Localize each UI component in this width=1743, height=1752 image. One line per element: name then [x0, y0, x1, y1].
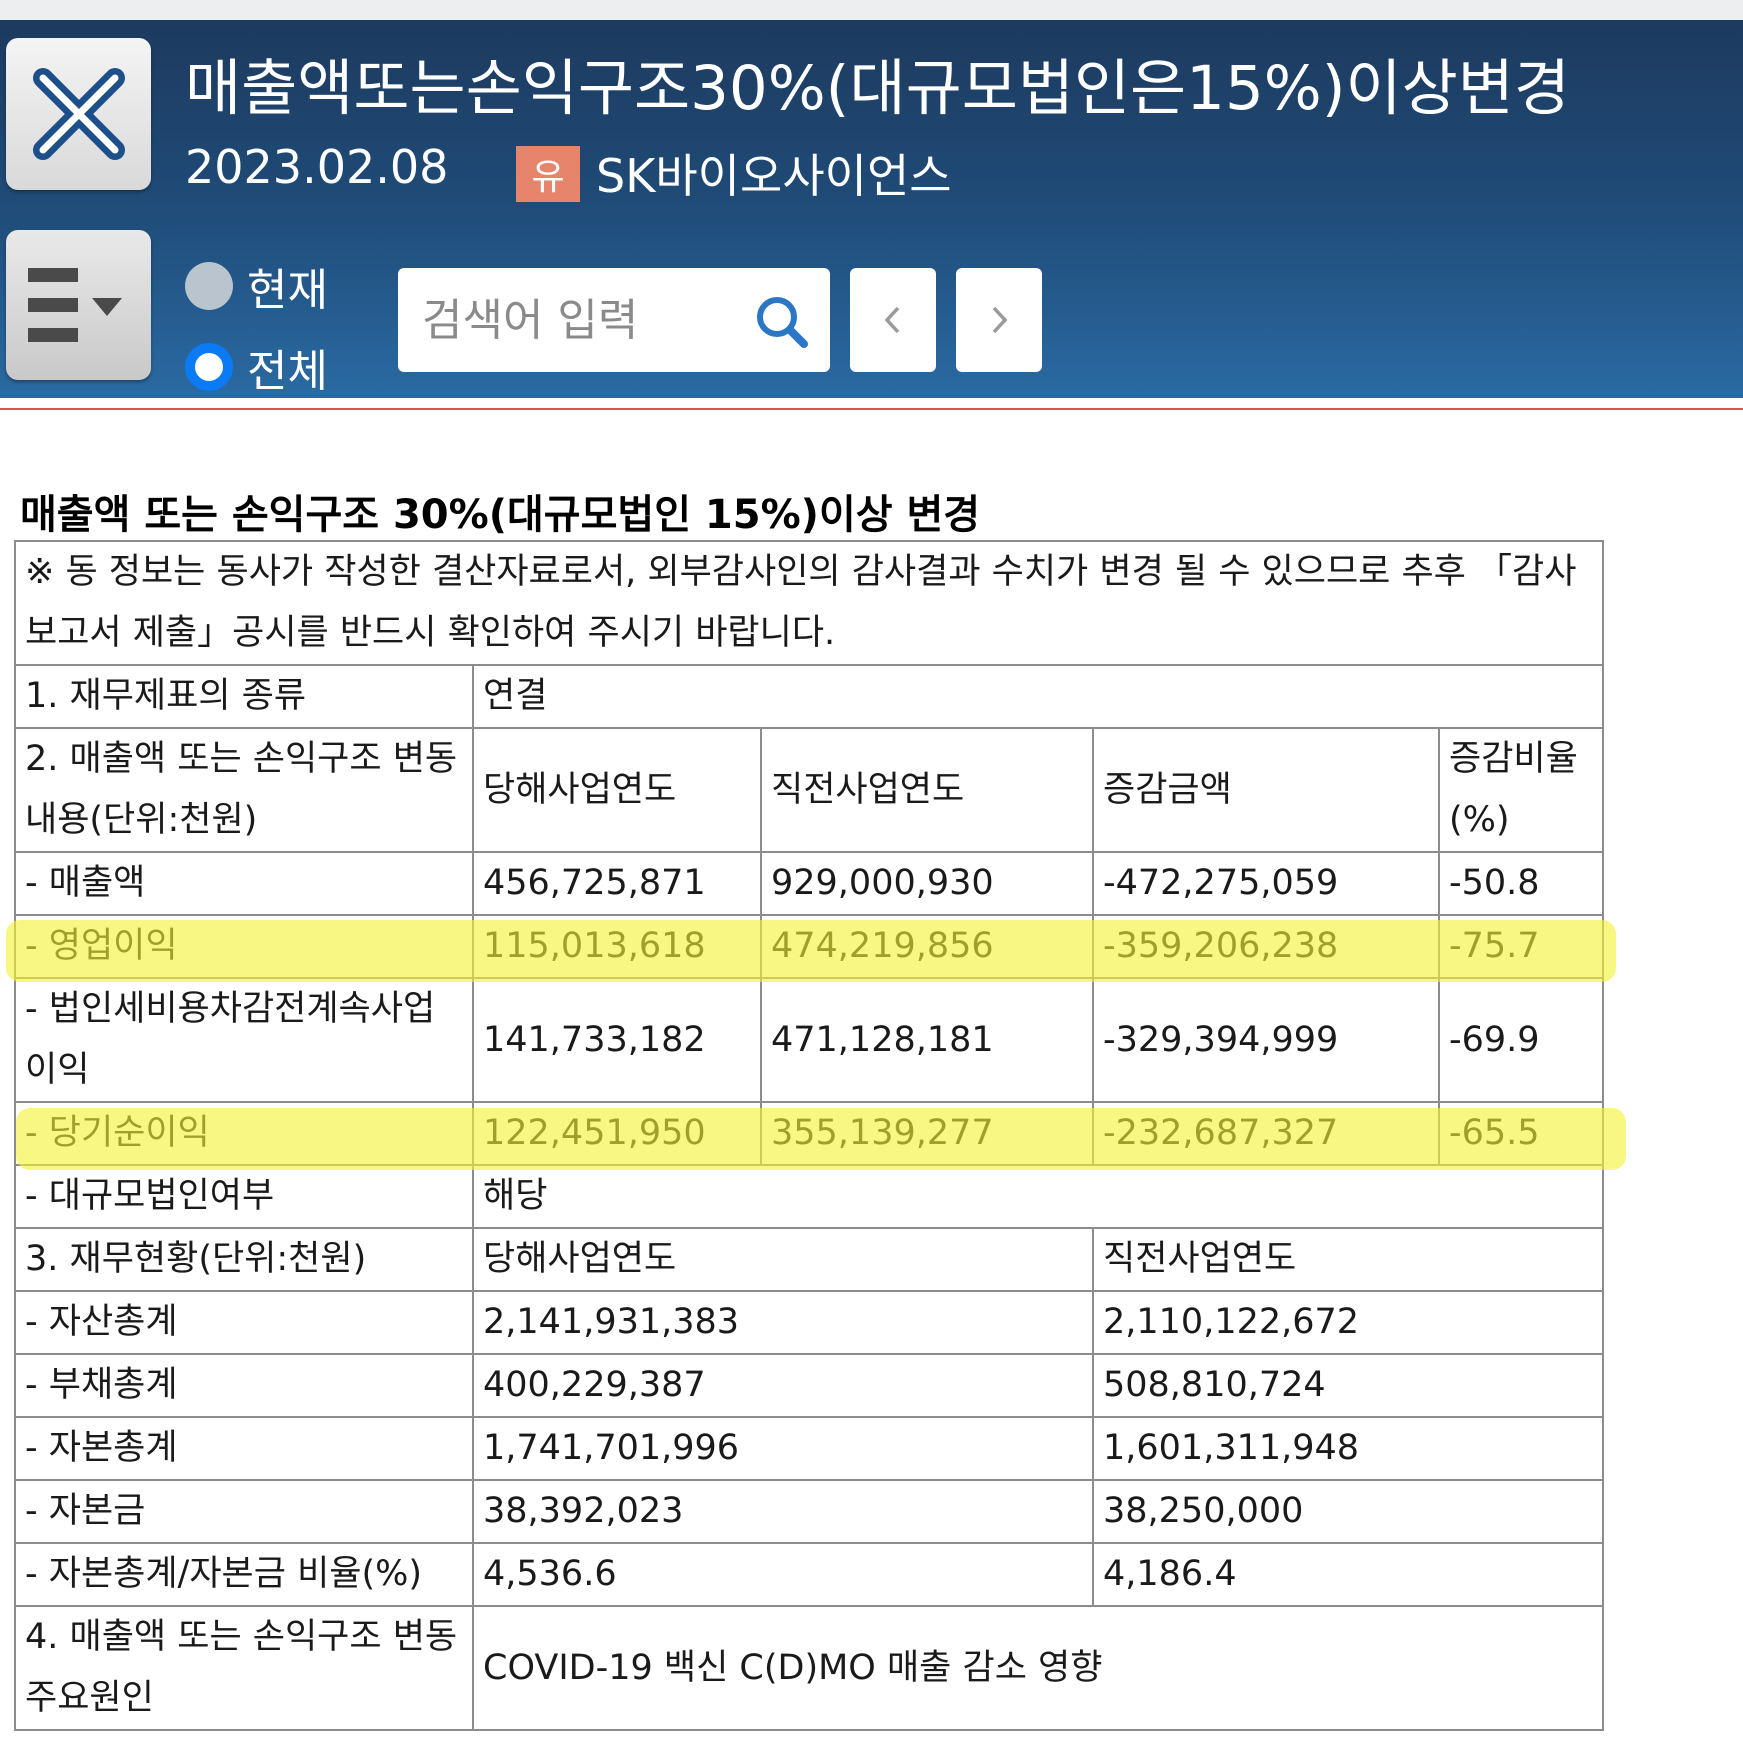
cell-previous: 38,250,000	[1091, 1479, 1605, 1544]
cell-previous: 929,000,930	[760, 851, 1094, 916]
row-value: 해당	[471, 1164, 1605, 1229]
market-badge: 유	[516, 146, 580, 202]
radio-current-circle[interactable]	[185, 262, 233, 310]
disclosure-date: 2023.02.08	[185, 140, 449, 194]
cell-current: 1,741,701,996	[472, 1416, 1094, 1481]
cell-previous: 474,219,856	[760, 914, 1094, 979]
table-header-row: 2. 매출액 또는 손익구조 변동내용(단위:천원) 당해사업연도 직전사업연도…	[14, 727, 1605, 853]
search-input[interactable]	[420, 293, 754, 347]
column-header: 당해사업연도	[472, 1227, 1094, 1292]
chevron-left-icon	[884, 306, 900, 334]
search-icon[interactable]	[752, 292, 812, 352]
disclosure-title: 매출액또는손익구조30%(대규모법인은15%)이상변경	[185, 53, 1571, 124]
row-label: 2. 매출액 또는 손익구조 변동내용(단위:천원)	[14, 727, 474, 853]
row-value: COVID-19 백신 C(D)MO 매출 감소 영향	[471, 1605, 1605, 1731]
radio-current-label: 현재	[247, 265, 328, 316]
row-label: - 자본총계/자본금 비율(%)	[14, 1542, 474, 1607]
table-row: - 매출액 456,725,871 929,000,930 -472,275,0…	[14, 851, 1605, 916]
row-label: - 부채총계	[14, 1353, 474, 1418]
row-label: - 당기순이익	[14, 1101, 474, 1166]
row-label: - 자산총계	[14, 1290, 474, 1355]
row-label: 1. 재무제표의 종류	[14, 664, 474, 729]
cell-ratio: -75.7	[1437, 914, 1605, 979]
search-box[interactable]	[398, 268, 830, 372]
table-row: - 자산총계 2,141,931,383 2,110,122,672	[14, 1290, 1605, 1355]
cell-previous: 508,810,724	[1091, 1353, 1605, 1418]
column-header: 증감금액	[1092, 727, 1440, 853]
cell-ratio: -69.9	[1437, 977, 1605, 1103]
table-row: 1. 재무제표의 종류 연결	[14, 664, 1605, 729]
row-label: 3. 재무현황(단위:천원)	[14, 1227, 474, 1292]
row-label: - 법인세비용차감전계속사업이익	[14, 977, 474, 1103]
close-button[interactable]	[6, 38, 151, 190]
cell-previous: 4,186.4	[1091, 1542, 1605, 1607]
cell-current: 2,141,931,383	[472, 1290, 1094, 1355]
column-header: 당해사업연도	[472, 727, 762, 853]
table-row: - 자본총계 1,741,701,996 1,601,311,948	[14, 1416, 1605, 1481]
table-row: - 대규모법인여부 해당	[14, 1164, 1605, 1229]
table-row: - 영업이익 115,013,618 474,219,856 -359,206,…	[14, 914, 1605, 979]
table-row: - 부채총계 400,229,387 508,810,724	[14, 1353, 1605, 1418]
column-header: 직전사업연도	[760, 727, 1094, 853]
column-header: 증감비율(%)	[1437, 727, 1605, 853]
company-name[interactable]: SK바이오사이언스	[596, 140, 952, 206]
radio-all[interactable]: 전체	[185, 335, 328, 399]
cell-current: 115,013,618	[472, 914, 762, 979]
cell-previous: 471,128,181	[760, 977, 1094, 1103]
table-row: - 자본금 38,392,023 38,250,000	[14, 1479, 1605, 1544]
disclosure-header: 매출액또는손익구조30%(대규모법인은15%)이상변경 2023.02.08 유…	[0, 20, 1743, 398]
cell-previous: 355,139,277	[760, 1101, 1094, 1166]
row-label: - 매출액	[14, 851, 474, 916]
list-menu-icon	[28, 268, 122, 342]
cell-current: 456,725,871	[472, 851, 762, 916]
row-value: 연결	[471, 664, 1605, 729]
notice-row: ※ 동 정보는 동사가 작성한 결산자료로서, 외부감사인의 감사결과 수치가 …	[13, 540, 1605, 666]
cell-change: -359,206,238	[1092, 914, 1440, 979]
notice-text: ※ 동 정보는 동사가 작성한 결산자료로서, 외부감사인의 감사결과 수치가 …	[13, 540, 1605, 666]
row-label: - 영업이익	[14, 914, 474, 979]
row-label: - 대규모법인여부	[14, 1164, 474, 1229]
row-label: - 자본총계	[14, 1416, 474, 1481]
divider-line	[0, 408, 1743, 410]
cell-ratio: -65.5	[1437, 1101, 1605, 1166]
status-strip	[0, 0, 1743, 20]
report-title: 매출액 또는 손익구조 30%(대규모법인 15%)이상 변경	[20, 492, 981, 538]
cell-current: 38,392,023	[472, 1479, 1094, 1544]
row-label: 4. 매출액 또는 손익구조 변동 주요원인	[14, 1605, 474, 1731]
radio-current[interactable]: 현재	[185, 254, 328, 318]
report-table: ※ 동 정보는 동사가 작성한 결산자료로서, 외부감사인의 감사결과 수치가 …	[13, 540, 1605, 1731]
chevron-right-icon	[992, 306, 1008, 334]
cell-change: -232,687,327	[1092, 1101, 1440, 1166]
table-row: - 법인세비용차감전계속사업이익 141,733,182 471,128,181…	[14, 977, 1605, 1103]
next-button[interactable]	[956, 268, 1042, 372]
cell-current: 122,451,950	[472, 1101, 762, 1166]
close-icon	[32, 68, 125, 160]
radio-all-circle[interactable]	[185, 343, 233, 391]
radio-all-label: 전체	[247, 346, 328, 397]
cell-change: -472,275,059	[1092, 851, 1440, 916]
menu-button[interactable]	[6, 230, 151, 380]
column-header: 직전사업연도	[1091, 1227, 1605, 1292]
cell-current: 400,229,387	[472, 1353, 1094, 1418]
cell-ratio: -50.8	[1437, 851, 1605, 916]
table-row: - 당기순이익 122,451,950 355,139,277 -232,687…	[14, 1101, 1605, 1166]
cell-previous: 2,110,122,672	[1091, 1290, 1605, 1355]
cell-current: 141,733,182	[472, 977, 762, 1103]
cell-previous: 1,601,311,948	[1091, 1416, 1605, 1481]
table-row: 4. 매출액 또는 손익구조 변동 주요원인 COVID-19 백신 C(D)M…	[14, 1605, 1605, 1731]
row-label: - 자본금	[14, 1479, 474, 1544]
cell-current: 4,536.6	[472, 1542, 1094, 1607]
cell-change: -329,394,999	[1092, 977, 1440, 1103]
table-header-row: 3. 재무현황(단위:천원) 당해사업연도 직전사업연도	[14, 1227, 1605, 1292]
prev-button[interactable]	[850, 268, 936, 372]
table-row: - 자본총계/자본금 비율(%) 4,536.6 4,186.4	[14, 1542, 1605, 1607]
